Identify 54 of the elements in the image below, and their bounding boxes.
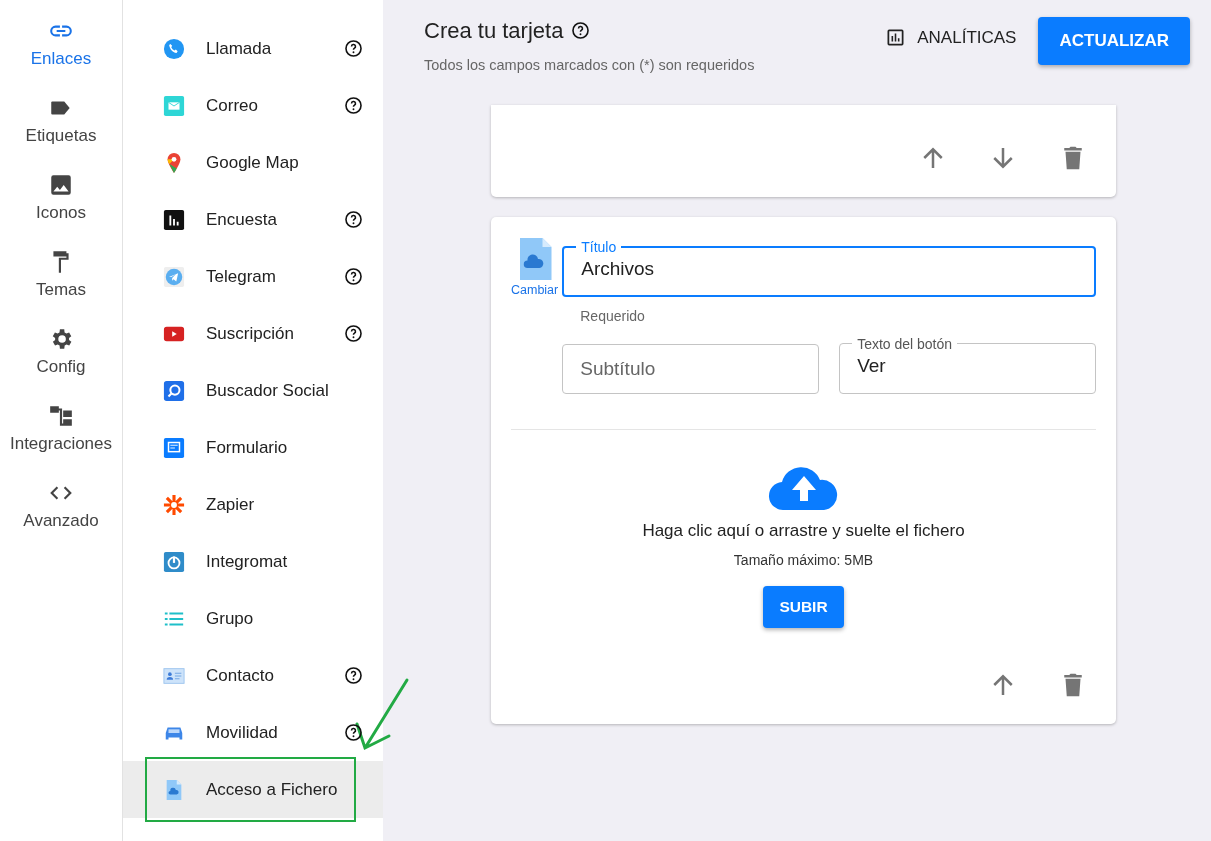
link-type-item[interactable]: Google Map — [123, 134, 383, 191]
magnifier-icon — [163, 379, 185, 402]
link-type-item[interactable]: Suscripción — [123, 305, 383, 362]
help-icon — [344, 39, 363, 58]
button-text-field[interactable]: Texto del botón Ver — [839, 335, 1096, 394]
nav-item[interactable]: Integraciones — [0, 403, 122, 480]
link-type-item[interactable]: Movilidad — [123, 704, 383, 761]
form-icon — [163, 436, 185, 459]
nav-item[interactable]: Config — [0, 326, 122, 403]
link-type-item[interactable]: Llamada — [123, 20, 383, 77]
link-type-item[interactable]: Telegram — [123, 248, 383, 305]
field-input[interactable]: Subtítulo — [580, 354, 802, 383]
analytics-button[interactable]: ANALÍTICAS — [880, 24, 1023, 52]
nav-item[interactable]: Enlaces — [0, 18, 122, 95]
help-icon — [344, 267, 363, 286]
helper-text: Requerido — [580, 306, 646, 326]
bar-chart-icon — [163, 208, 185, 231]
field-input[interactable]: Ver — [857, 351, 1078, 381]
help-icon — [344, 324, 363, 343]
subtitle-field[interactable]: Subtítulo — [562, 343, 820, 394]
link-type-item[interactable]: Buscador Social — [123, 362, 383, 419]
link-type-item[interactable]: Formulario — [123, 419, 383, 476]
phone-icon — [163, 37, 185, 60]
bar-chart-icon — [886, 28, 906, 48]
link-type-item[interactable]: Grupo — [123, 590, 383, 647]
asterisk-icon — [163, 493, 185, 516]
upload-button[interactable]: SUBIR — [763, 586, 844, 628]
help-icon — [344, 210, 363, 229]
help-icon — [571, 21, 591, 40]
link-type-item[interactable]: Contacto — [123, 647, 383, 704]
link-type-item[interactable]: Encuesta — [123, 191, 383, 248]
change-button[interactable]: Cambiar — [511, 280, 559, 300]
link-type-item[interactable]: Zapier — [123, 476, 383, 533]
help-icon — [344, 723, 363, 742]
file-size-limit: Tamaño máximo: 5MB — [733, 551, 874, 571]
page-subtitle: Todos los campos marcados con (*) son requeridos — [424, 56, 756, 75]
nav-item[interactable]: Avanzado — [0, 480, 122, 557]
nav-item[interactable]: Temas — [0, 249, 122, 326]
page-title: Crea tu tarjeta — [424, 17, 564, 45]
mail-icon — [163, 94, 185, 117]
help-icon — [344, 96, 363, 115]
upload-instructions: Haga clic aquí o arrastre y suelte el fichero — [642, 519, 965, 542]
hierarchy-icon — [48, 403, 74, 429]
field-input[interactable]: Archivos — [581, 254, 1077, 284]
title-field[interactable]: Título Archivos — [562, 238, 1096, 297]
image-icon — [48, 172, 74, 198]
power-icon — [163, 550, 185, 573]
link-type-item[interactable]: Integromat — [123, 533, 383, 590]
link-type-item[interactable]: Correo — [123, 77, 383, 134]
nav-item[interactable]: Iconos — [0, 172, 122, 249]
paper-plane-icon — [163, 265, 185, 288]
update-button[interactable]: ACTUALIZAR — [1038, 17, 1190, 65]
nav-item[interactable]: Etiquetas — [0, 95, 122, 172]
help-icon — [344, 666, 363, 685]
